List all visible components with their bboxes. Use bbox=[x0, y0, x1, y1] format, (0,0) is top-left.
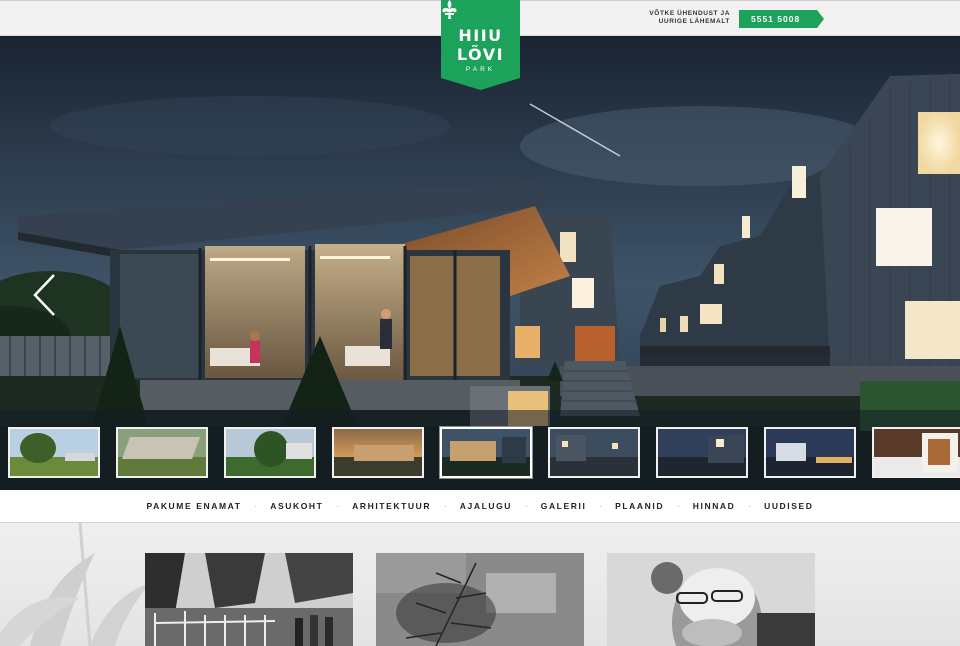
nav-item-asukoht[interactable]: ASUKOHT bbox=[257, 490, 336, 523]
nature-photo[interactable] bbox=[376, 553, 584, 646]
content-section bbox=[0, 523, 960, 646]
chevron-left-icon[interactable] bbox=[30, 272, 60, 318]
thumbnail-9[interactable] bbox=[872, 427, 960, 478]
logo[interactable]: HIIU LÕVI PARK bbox=[441, 0, 520, 90]
nav-item-pakume-enamat[interactable]: PAKUME ENAMAT bbox=[133, 490, 254, 523]
history-photo[interactable] bbox=[145, 553, 353, 646]
thumbnail-3[interactable] bbox=[224, 427, 316, 478]
thumbnail-strip bbox=[0, 410, 960, 490]
thumbnail-8[interactable] bbox=[764, 427, 856, 478]
thumbnail-6[interactable] bbox=[548, 427, 640, 478]
thumbnail-7[interactable] bbox=[656, 427, 748, 478]
phone-button[interactable]: 5551 5008 bbox=[739, 10, 824, 28]
nav-item-plaanid[interactable]: PLAANID bbox=[602, 490, 677, 523]
nav-item-hinnad[interactable]: HINNAD bbox=[680, 490, 749, 523]
portrait-photo-image bbox=[607, 553, 815, 646]
contact-text: VÕTKE ÜHENDUST JA UURIGE LÄHEMALT bbox=[649, 10, 730, 25]
thumbnail-5[interactable] bbox=[440, 427, 532, 478]
logo-line-1: HIIU bbox=[458, 26, 503, 45]
nature-photo-image bbox=[376, 553, 584, 646]
thumbnail-4[interactable] bbox=[332, 427, 424, 478]
nav-item-arhitektuur[interactable]: ARHITEKTUUR bbox=[339, 490, 444, 523]
nav-item-ajalugu[interactable]: AJALUGU bbox=[447, 490, 525, 523]
logo-line-3: PARK bbox=[465, 66, 496, 73]
nav-item-uudised[interactable]: UUDISED bbox=[751, 490, 826, 523]
logo-line-2: LÕVI bbox=[456, 45, 505, 64]
thumbnail-2[interactable] bbox=[116, 427, 208, 478]
history-photo-image bbox=[145, 553, 353, 646]
fleur-de-lis-icon bbox=[442, 0, 457, 19]
thumbnail-1[interactable] bbox=[8, 427, 100, 478]
nav-item-galerii[interactable]: GALERII bbox=[528, 490, 600, 523]
portrait-photo[interactable] bbox=[607, 553, 815, 646]
main-nav: PAKUME ENAMAT · ASUKOHT · ARHITEKTUUR · AJALUG… bbox=[0, 490, 960, 523]
hero-slider bbox=[0, 36, 960, 490]
